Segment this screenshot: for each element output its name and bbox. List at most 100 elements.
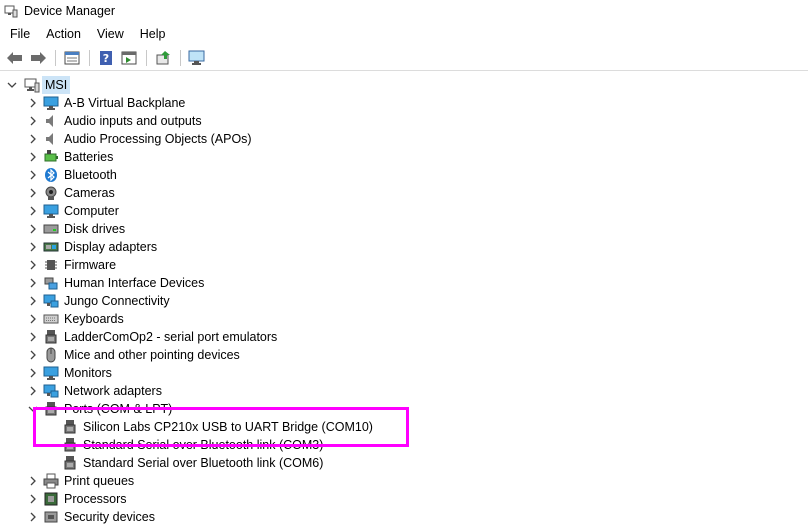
tree-category-label: LadderComOp2 - serial port emulators: [64, 330, 278, 344]
tree-category[interactable]: Mice and other pointing devices: [0, 346, 808, 364]
tree-category[interactable]: Firmware: [0, 256, 808, 274]
tree-category[interactable]: Keyboards: [0, 310, 808, 328]
tree-category-label: Cameras: [64, 186, 115, 200]
menu-help[interactable]: Help: [132, 24, 174, 44]
chevron-down-icon[interactable]: [6, 79, 18, 91]
menu-action[interactable]: Action: [38, 24, 89, 44]
computer-icon: [43, 203, 59, 219]
tree-device[interactable]: Standard Serial over Bluetooth link (COM…: [0, 454, 808, 472]
tree-category[interactable]: Ports (COM & LPT): [0, 400, 808, 418]
help-button[interactable]: ?: [95, 47, 117, 69]
scan-hardware-button[interactable]: [186, 47, 208, 69]
port-icon: [62, 419, 78, 435]
tree-category[interactable]: Jungo Connectivity: [0, 292, 808, 310]
tree-category[interactable]: Batteries: [0, 148, 808, 166]
chevron-right-icon[interactable]: [27, 259, 39, 271]
port-icon: [43, 329, 59, 345]
tree-category-label: Disk drives: [64, 222, 126, 236]
tree-category[interactable]: Print queues: [0, 472, 808, 490]
device-manager-icon: [4, 4, 18, 18]
tree-category[interactable]: Audio Processing Objects (APOs): [0, 130, 808, 148]
network-icon: [43, 383, 59, 399]
chevron-right-icon[interactable]: [27, 313, 39, 325]
disk-drive-icon: [43, 221, 59, 237]
tree-category-label: Human Interface Devices: [64, 276, 205, 290]
update-driver-button[interactable]: [152, 47, 174, 69]
tree-category-label: Firmware: [64, 258, 117, 272]
menu-bar: File Action View Help: [0, 23, 808, 45]
chevron-down-icon[interactable]: [27, 403, 39, 415]
tree-category[interactable]: Security devices: [0, 508, 808, 526]
device-tree: MSI A-B Virtual Backplane Audio inputs an…: [0, 72, 808, 531]
tree-category[interactable]: Display adapters: [0, 238, 808, 256]
action-pane-button[interactable]: [118, 47, 140, 69]
update-driver-icon: [156, 51, 170, 65]
chevron-right-icon[interactable]: [27, 331, 39, 343]
tree-category-label: Print queues: [64, 474, 135, 488]
properties-icon: [64, 51, 80, 65]
tree-category-label: Bluetooth: [64, 168, 117, 182]
tree-category[interactable]: Computer: [0, 202, 808, 220]
chevron-right-icon[interactable]: [27, 97, 39, 109]
chevron-right-icon[interactable]: [27, 385, 39, 397]
scan-hardware-icon: [188, 50, 205, 65]
monitor-network-icon: [43, 95, 59, 111]
chevron-right-icon[interactable]: [27, 169, 39, 181]
back-button[interactable]: [4, 47, 26, 69]
tree-device-label: Standard Serial over Bluetooth link (COM…: [83, 438, 324, 452]
chevron-right-icon[interactable]: [27, 223, 39, 235]
chevron-right-icon[interactable]: [27, 295, 39, 307]
tree-device-label: Standard Serial over Bluetooth link (COM…: [83, 456, 324, 470]
menu-file[interactable]: File: [0, 24, 38, 44]
tree-category[interactable]: Disk drives: [0, 220, 808, 238]
forward-button[interactable]: [27, 47, 49, 69]
battery-icon: [43, 149, 59, 165]
tree-device[interactable]: Standard Serial over Bluetooth link (COM…: [0, 436, 808, 454]
chevron-right-icon[interactable]: [27, 349, 39, 361]
chevron-right-icon[interactable]: [27, 277, 39, 289]
tree-root[interactable]: MSI: [0, 76, 808, 94]
tree-category[interactable]: Monitors: [0, 364, 808, 382]
computer-icon: [24, 77, 40, 93]
processor-icon: [43, 491, 59, 507]
chevron-right-icon[interactable]: [27, 475, 39, 487]
tree-category[interactable]: Human Interface Devices: [0, 274, 808, 292]
tree-category-label: Audio Processing Objects (APOs): [64, 132, 252, 146]
tree-category[interactable]: Network adapters: [0, 382, 808, 400]
toolbar-separator: [55, 50, 56, 66]
mouse-icon: [43, 347, 59, 363]
tree-category-label: Mice and other pointing devices: [64, 348, 240, 362]
tree-category-label: Keyboards: [64, 312, 124, 326]
properties-button[interactable]: [61, 47, 83, 69]
chevron-right-icon[interactable]: [27, 151, 39, 163]
tree-category[interactable]: Bluetooth: [0, 166, 808, 184]
chevron-right-icon[interactable]: [27, 493, 39, 505]
chevron-right-icon[interactable]: [27, 205, 39, 217]
chevron-right-icon[interactable]: [27, 241, 39, 253]
speaker-icon: [43, 113, 59, 129]
tree-category[interactable]: LadderComOp2 - serial port emulators: [0, 328, 808, 346]
window-title: Device Manager: [24, 4, 116, 18]
chevron-right-icon[interactable]: [27, 187, 39, 199]
tree-category-label: Audio inputs and outputs: [64, 114, 202, 128]
chevron-right-icon[interactable]: [27, 133, 39, 145]
bluetooth-icon: [43, 167, 59, 183]
help-icon: ?: [100, 51, 112, 65]
chip-icon: [43, 257, 59, 273]
tree-category-label: Display adapters: [64, 240, 158, 254]
tree-device[interactable]: Silicon Labs CP210x USB to UART Bridge (…: [0, 418, 808, 436]
tree-category[interactable]: Cameras: [0, 184, 808, 202]
toolbar-separator: [180, 50, 181, 66]
display-adapter-icon: [43, 239, 59, 255]
tree-category[interactable]: Processors: [0, 490, 808, 508]
tree-category[interactable]: Audio inputs and outputs: [0, 112, 808, 130]
chevron-right-icon[interactable]: [27, 511, 39, 523]
chevron-right-icon[interactable]: [27, 115, 39, 127]
menu-view[interactable]: View: [89, 24, 132, 44]
chevron-right-icon[interactable]: [27, 367, 39, 379]
camera-icon: [43, 185, 59, 201]
action-pane-icon: [121, 51, 137, 65]
root-label: MSI: [42, 76, 71, 94]
toolbar-separator: [89, 50, 90, 66]
tree-category[interactable]: A-B Virtual Backplane: [0, 94, 808, 112]
